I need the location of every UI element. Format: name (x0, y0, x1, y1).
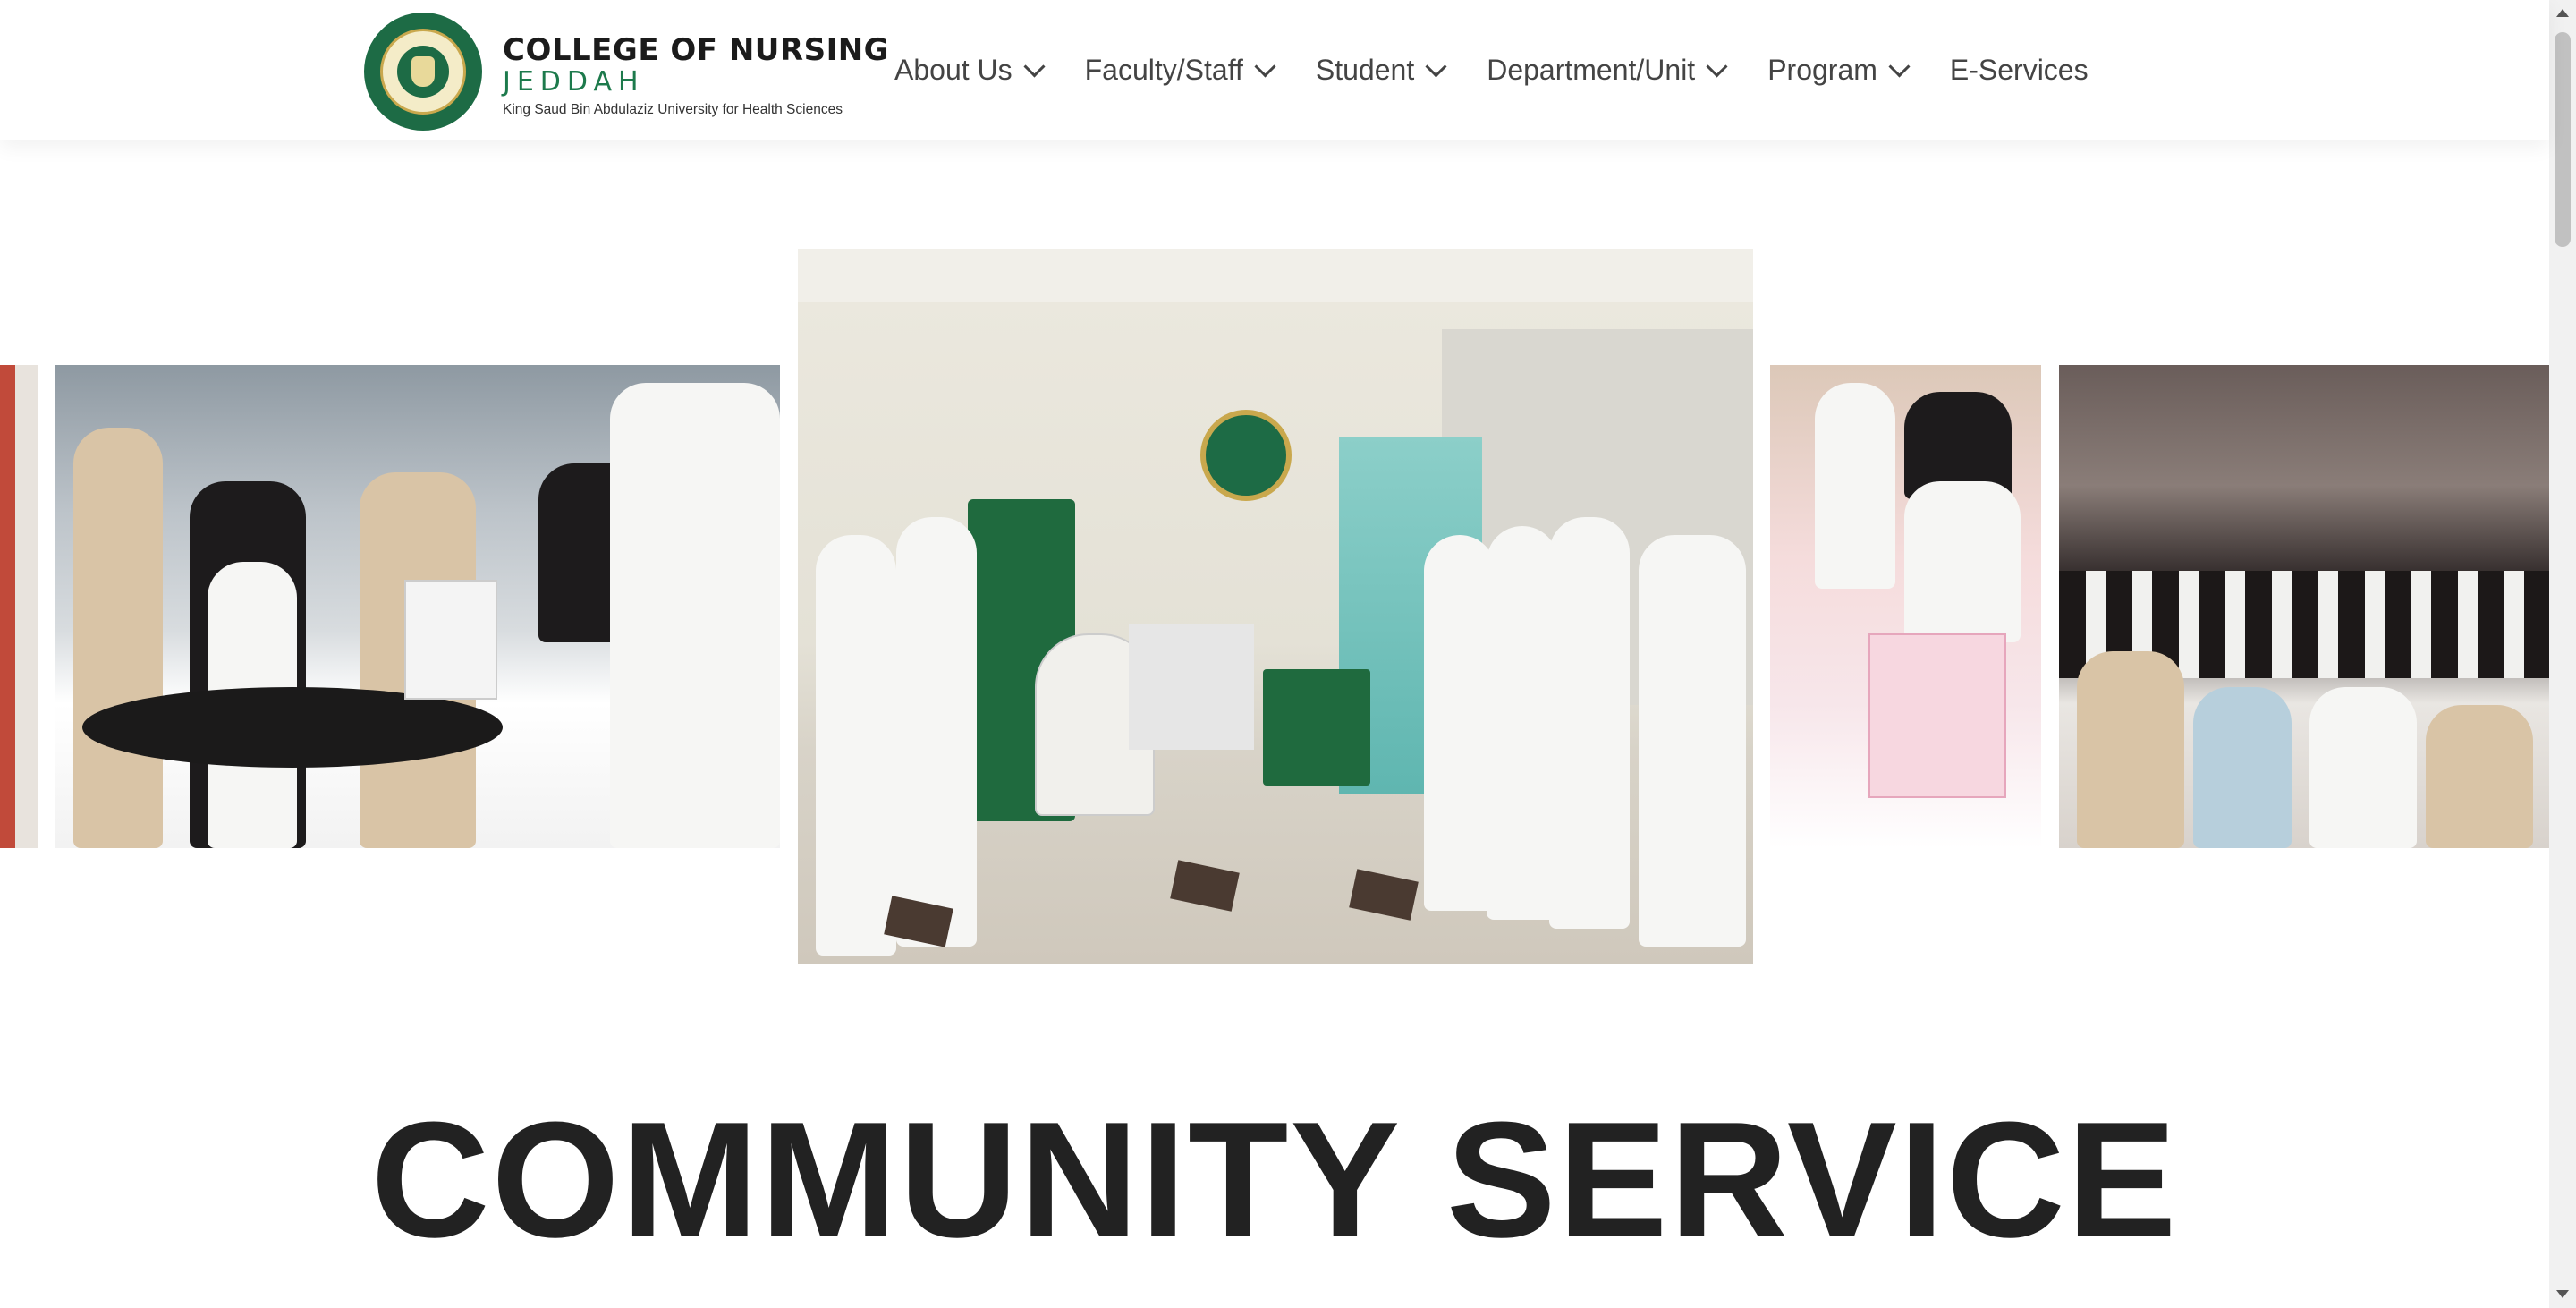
brand-wordmark[interactable]: COLLEGE OF NURSING JEDDAH King Saud Bin … (503, 32, 889, 120)
seal-inner-ring (380, 29, 466, 115)
brand-university-name: King Saud Bin Abdulaziz University for H… (503, 102, 843, 117)
chevron-down-icon (1023, 55, 1046, 78)
photo-person-coat (896, 517, 977, 947)
section-title: COMMUNITY SERVICE (370, 1087, 2179, 1271)
photo-person-coat (1549, 517, 1630, 929)
carousel-slide-awareness-table[interactable] (1770, 365, 2041, 848)
photo-gift-basket (1263, 669, 1370, 786)
photo-person-coat (1639, 535, 1746, 947)
photo-pink-sign (1868, 633, 2006, 798)
photo-person-coat (1904, 481, 2021, 642)
brand-college-name: COLLEGE OF NURSING (503, 32, 890, 68)
chevron-down-icon (1706, 55, 1728, 78)
photo-person-coat (2309, 687, 2417, 848)
university-seal-logo[interactable] (364, 13, 482, 131)
nav-label: Program (1767, 53, 1877, 86)
photo-person (2426, 705, 2533, 848)
scrollbar-thumb[interactable] (2555, 32, 2571, 247)
photo-wall-seal (1200, 410, 1292, 501)
chevron-down-icon (1254, 55, 1276, 78)
chevron-down-icon (1425, 55, 1447, 78)
nav-label: E-Services (1949, 53, 2089, 86)
photo-person-coat (610, 383, 780, 848)
photo-ceiling (798, 249, 1753, 302)
nav-e-services[interactable]: E-Services (1950, 54, 2089, 87)
photo-qr-sign (404, 580, 497, 700)
nav-label: About Us (894, 53, 1013, 86)
photo-person (2077, 651, 2184, 848)
seal-emblem (397, 46, 449, 98)
seal-emblem-detail (411, 56, 435, 87)
site-header: COLLEGE OF NURSING JEDDAH King Saud Bin … (0, 0, 2549, 140)
brand-city: JEDDAH (503, 66, 645, 98)
nav-label: Department/Unit (1487, 53, 1696, 86)
scroll-down-arrow-icon[interactable] (2556, 1290, 2569, 1298)
photo-person-coat (1487, 526, 1558, 920)
photo-person-coat (1424, 535, 1496, 911)
photo-person-coat (816, 535, 896, 956)
carousel-slide-auditorium[interactable] (2059, 365, 2549, 848)
scroll-up-arrow-icon[interactable] (2556, 9, 2569, 17)
photo-floor-tile (1349, 869, 1419, 921)
carousel-slide-nursing-lobby[interactable] (798, 249, 1753, 964)
nav-about-us[interactable]: About Us (894, 53, 1046, 87)
nav-label: Faculty/Staff (1084, 53, 1243, 86)
chevron-down-icon (1888, 55, 1911, 78)
photo-person-coat (1815, 383, 1895, 589)
nav-program[interactable]: Program (1767, 53, 1911, 87)
nav-student[interactable]: Student (1315, 53, 1447, 87)
nav-faculty-staff[interactable]: Faculty/Staff (1084, 53, 1276, 87)
page-scrollbar[interactable] (2549, 0, 2576, 1308)
photo-person (2193, 687, 2292, 848)
nav-label: Student (1315, 53, 1415, 86)
photo-floor-tile (1170, 860, 1240, 912)
carousel-slide-partial-left[interactable] (0, 365, 38, 848)
carousel-slide-research-unit-booth[interactable] (55, 365, 780, 848)
main-navigation: About Us Faculty/Staff Student Departmen… (894, 47, 2131, 93)
nav-department-unit[interactable]: Department/Unit (1487, 53, 1728, 87)
photo-gift-shelf (1129, 624, 1254, 750)
photo-person (73, 428, 163, 848)
